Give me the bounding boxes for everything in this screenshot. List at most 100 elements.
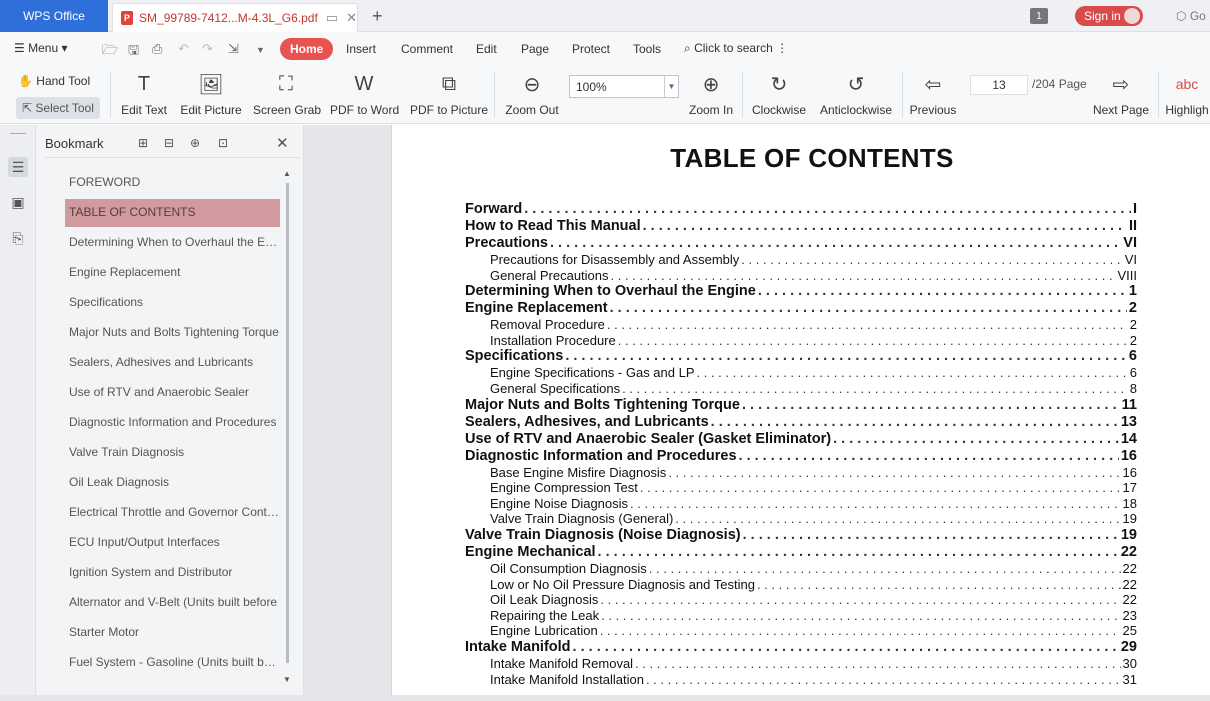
toc-entry[interactable]: Diagnostic Information and Procedures 16 [465, 448, 1137, 465]
toc-entry[interactable]: Sealers, Adhesives, and Lubricants 13 [465, 414, 1137, 431]
export-icon[interactable]: ⇲ [228, 41, 239, 57]
document-tab[interactable]: P SM_99789-7412...M-4.3L_G6.pdf ▭ ✕ [112, 3, 358, 32]
bookmark-item[interactable]: Use of RTV and Anaerobic Sealer [65, 379, 280, 409]
bookmark-item[interactable]: Determining When to Overhaul the Engine [65, 229, 280, 259]
toc-entry[interactable]: Forward I [465, 201, 1137, 218]
tab-tools[interactable]: Tools [633, 42, 661, 56]
toc-entry[interactable]: Removal Procedure 2 [465, 317, 1137, 333]
toc-entry[interactable]: Engine Compression Test 17 [465, 480, 1137, 496]
toc-entry[interactable]: Valve Train Diagnosis (Noise Diagnosis) 1… [465, 527, 1137, 544]
expand-all-icon[interactable]: ⊞ [138, 136, 148, 150]
bookmark-item[interactable]: Oil Leak Diagnosis [65, 469, 280, 499]
bookmark-item[interactable]: FOREWORD [65, 169, 280, 199]
redo-icon[interactable]: ↷ [202, 41, 213, 57]
window-count-badge[interactable]: 1 [1030, 8, 1048, 24]
edit-picture-button[interactable]: 🖼 Edit Picture [180, 70, 242, 118]
add-bookmark-icon[interactable]: ⊕ [190, 136, 200, 150]
bookmark-item[interactable]: Alternator and V-Belt (Units built befor… [65, 589, 280, 619]
bookmark-item[interactable]: Valve Train Diagnosis [65, 439, 280, 469]
document-viewport[interactable]: TABLE OF CONTENTS ForwardIHow to Read Th… [304, 125, 1210, 701]
rotate-clockwise-button[interactable]: ↻ Clockwise [750, 70, 808, 118]
close-tab-icon[interactable]: ✕ [346, 10, 357, 26]
collapse-all-icon[interactable]: ⊟ [164, 136, 174, 150]
toc-entry[interactable]: Engine Replacement 2 [465, 300, 1137, 317]
bookmark-item[interactable]: Electrical Throttle and Governor Control [65, 499, 280, 529]
zoom-in-button[interactable]: ⊕ Zoom In [688, 70, 734, 118]
pdf-to-picture-button[interactable]: ⧉ PDF to Picture [410, 70, 488, 118]
toc-entry[interactable]: Precautions VI [465, 235, 1137, 252]
pdf-to-word-button[interactable]: W PDF to Word [330, 70, 399, 118]
toc-entry[interactable]: Installation Procedure 2 [465, 333, 1137, 349]
tab-home[interactable]: Home [280, 38, 334, 60]
scroll-down-icon[interactable]: ▼ [283, 675, 291, 684]
go-button[interactable]: ⬡ Go [1176, 9, 1206, 23]
previous-page-button[interactable]: ⇦ Previous [908, 70, 958, 118]
toc-entry[interactable]: Use of RTV and Anaerobic Sealer (Gasket … [465, 431, 1137, 448]
toc-entry[interactable]: Valve Train Diagnosis (General) 19 [465, 511, 1137, 527]
scrollbar-thumb[interactable] [286, 183, 289, 663]
toc-entry[interactable]: Oil Leak Diagnosis 22 [465, 592, 1137, 608]
bookmark-item[interactable]: Major Nuts and Bolts Tightening Torque [65, 319, 280, 349]
command-search[interactable]: ⌕ Click to search ⋮ [684, 41, 788, 56]
save-icon[interactable]: 🖫 [128, 41, 139, 63]
toc-entry[interactable]: Base Engine Misfire Diagnosis 16 [465, 465, 1137, 481]
quick-access-dropdown-icon[interactable]: ▼ [256, 45, 265, 55]
main-menu-button[interactable]: ☰ Menu ▾ [14, 41, 67, 55]
tab-edit[interactable]: Edit [476, 42, 497, 56]
toc-entry[interactable]: General Specifications 8 [465, 381, 1137, 397]
toc-entry[interactable]: Oil Consumption Diagnosis 22 [465, 561, 1137, 577]
new-tab-icon[interactable]: + [372, 6, 383, 27]
tab-page[interactable]: Page [521, 42, 549, 56]
bookmark-item[interactable]: Fuel System - Gasoline (Units built befo… [65, 649, 280, 679]
more-options-icon[interactable]: ⋮ [776, 41, 788, 55]
toc-entry[interactable]: Major Nuts and Bolts Tightening Torque 11 [465, 397, 1137, 414]
rotate-anticlockwise-button[interactable]: ↺ Anticlockwise [818, 70, 894, 118]
bookmark-item[interactable]: Specifications [65, 289, 280, 319]
highlight-button[interactable]: abc Highligh [1164, 70, 1210, 117]
bookmark-item[interactable]: Starter Motor [65, 619, 280, 649]
bookmark-item-selected[interactable]: TABLE OF CONTENTS [65, 199, 280, 227]
screen-grab-button[interactable]: ⛶ Screen Grab [253, 70, 321, 118]
toc-entry[interactable]: How to Read This Manual II [465, 218, 1137, 235]
bookmark-item[interactable]: Diagnostic Information and Procedures [65, 409, 280, 439]
toc-entry[interactable]: Precautions for Disassembly and Assembly… [465, 252, 1137, 268]
float-window-icon[interactable]: ▭ [326, 10, 338, 26]
page-number-input[interactable]: 13 [970, 75, 1028, 95]
app-tab[interactable]: WPS Office [0, 0, 108, 32]
toc-entry[interactable]: Intake Manifold 29 [465, 639, 1137, 656]
undo-icon[interactable]: ↶ [178, 41, 189, 57]
bookmark-options-icon[interactable]: ⊡ [218, 136, 228, 150]
bookmark-item[interactable]: Sealers, Adhesives and Lubricants [65, 349, 280, 379]
tab-protect[interactable]: Protect [572, 42, 610, 56]
attachment-panel-icon[interactable]: ⎘ [8, 228, 28, 248]
toc-entry[interactable]: Low or No Oil Pressure Diagnosis and Tes… [465, 577, 1137, 593]
print-icon[interactable]: ⎙ [152, 41, 162, 57]
bookmark-item[interactable]: ECU Input/Output Interfaces [65, 529, 280, 559]
sign-in-button[interactable]: Sign in [1075, 6, 1143, 26]
bookmark-item[interactable]: Ignition System and Distributor [65, 559, 280, 589]
toc-entry[interactable]: Repairing the Leak 23 [465, 608, 1137, 624]
toc-entry[interactable]: Engine Specifications - Gas and LP 6 [465, 365, 1137, 381]
tab-comment[interactable]: Comment [401, 42, 453, 56]
toc-entry[interactable]: Intake Manifold Installation 31 [465, 672, 1137, 688]
toc-entry[interactable]: Engine Lubrication 25 [465, 623, 1137, 639]
zoom-out-button[interactable]: ⊖ Zoom Out [504, 70, 560, 118]
bookmark-item[interactable]: Engine Replacement [65, 259, 280, 289]
close-icon[interactable]: ✕ [276, 134, 289, 152]
toc-entry[interactable]: Engine Noise Diagnosis 18 [465, 496, 1137, 512]
chevron-down-icon[interactable]: ▼ [664, 76, 678, 97]
next-page-button[interactable]: ⇨ Next Page [1092, 70, 1150, 118]
scroll-up-icon[interactable]: ▲ [283, 169, 291, 178]
bookmark-scrollbar[interactable]: ▲ ▼ [283, 169, 293, 689]
hand-tool-button[interactable]: ✋ Hand Tool [18, 74, 90, 88]
open-folder-icon[interactable]: 🗁 [102, 41, 118, 63]
toc-entry[interactable]: General Precautions VIII [465, 268, 1137, 284]
bookmark-panel-icon[interactable]: ☰ [8, 157, 28, 177]
toc-entry[interactable]: Determining When to Overhaul the Engine 1 [465, 283, 1137, 300]
toc-entry[interactable]: Specifications 6 [465, 348, 1137, 365]
select-tool-button[interactable]: ⇱ Select Tool [16, 97, 100, 119]
edit-text-button[interactable]: T Edit Text [120, 70, 168, 118]
toc-entry[interactable]: Engine Mechanical 22 [465, 544, 1137, 561]
tab-insert[interactable]: Insert [346, 42, 376, 56]
zoom-select[interactable]: 100% ▼ [569, 75, 679, 98]
